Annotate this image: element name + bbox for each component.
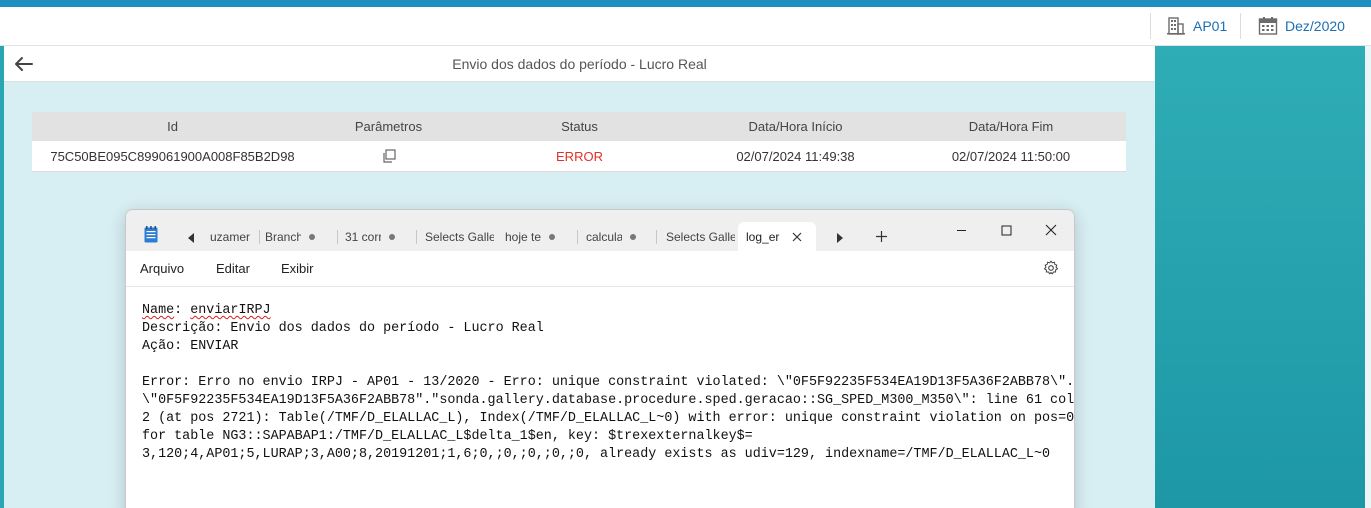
status-badge: ERROR bbox=[556, 148, 603, 164]
notepad-tab[interactable]: Selects Galle bbox=[425, 224, 495, 250]
close-tab-icon[interactable] bbox=[792, 232, 802, 242]
text-line: 3,120;4,AP01;5,LURAP;3,A00;8,20191201;1,… bbox=[142, 446, 1072, 464]
text-line: Descrição: Envio dos dados do período - … bbox=[142, 321, 544, 336]
notepad-tab[interactable]: 31 corr bbox=[345, 224, 405, 250]
settings-gear-icon[interactable] bbox=[1043, 260, 1059, 276]
column-header-end: Data/Hora Fim bbox=[968, 119, 1054, 134]
maximize-button[interactable] bbox=[986, 216, 1026, 244]
divider bbox=[577, 230, 578, 244]
start-datetime: 02/07/2024 11:49:38 bbox=[736, 148, 855, 164]
text-line-content: 3,120;4,AP01;5,LURAP;3,A00;8,20191201;1,… bbox=[142, 447, 1051, 462]
divider bbox=[416, 230, 417, 244]
building-icon bbox=[1167, 17, 1185, 35]
text-line: Error: Erro no envio IRPJ - AP01 - 13/20… bbox=[142, 375, 1075, 390]
text-line: Ação: ENVIAR bbox=[142, 339, 239, 354]
unsaved-dot-icon bbox=[549, 234, 555, 240]
company-label: AP01 bbox=[1193, 18, 1228, 34]
notepad-window[interactable]: uzamer Branch 31 corr Selects Galle hoje… bbox=[125, 209, 1075, 508]
period-selector[interactable]: Dez/2020 bbox=[1258, 14, 1345, 38]
tab-label: Branch bbox=[265, 230, 301, 244]
new-tab-icon[interactable] bbox=[875, 230, 888, 243]
unsaved-dot-icon bbox=[389, 234, 395, 240]
divider bbox=[1150, 13, 1151, 39]
table-row[interactable]: 75C50BE095C899061900A008F85B2D98 ERROR 0… bbox=[32, 141, 1126, 172]
tab-label: calcula bbox=[586, 230, 622, 244]
menu-exibir[interactable]: Exibir bbox=[281, 261, 314, 276]
table-header: Id Parâmetros Status Data/Hora Início Da… bbox=[32, 112, 1126, 141]
unsaved-dot-icon bbox=[630, 234, 636, 240]
notepad-tab[interactable]: Branch bbox=[265, 224, 325, 250]
maximize-icon bbox=[1001, 225, 1011, 235]
top-accent-bar bbox=[0, 0, 1371, 7]
column-header-status: Status bbox=[561, 119, 598, 134]
divider bbox=[1240, 13, 1241, 39]
notepad-text-area[interactable]: Name: enviarIRPJ Descrição: Envio dos dad… bbox=[142, 302, 1075, 464]
calendar-icon bbox=[1258, 17, 1278, 35]
tab-label: Selects Galle bbox=[425, 230, 494, 244]
text-line: for table NG3::SAPABAP1:/TMF/D_ELALLAC_L… bbox=[142, 429, 753, 444]
notepad-tab[interactable]: Selects Galle bbox=[666, 224, 736, 250]
minimize-button[interactable] bbox=[941, 216, 981, 244]
column-header-params: Parâmetros bbox=[354, 119, 423, 134]
period-label: Dez/2020 bbox=[1285, 18, 1345, 34]
close-button[interactable] bbox=[1031, 216, 1071, 244]
notepad-tab[interactable]: uzamer bbox=[210, 224, 256, 250]
right-edge bbox=[1365, 46, 1371, 508]
name-label: Name bbox=[142, 303, 175, 318]
company-selector[interactable]: AP01 bbox=[1166, 14, 1227, 38]
run-id: 75C50BE095C899061900A008F85B2D98 bbox=[50, 148, 295, 164]
menu-editar[interactable]: Editar bbox=[216, 261, 250, 276]
scroll-tabs-right-icon[interactable] bbox=[835, 232, 845, 244]
minimize-icon bbox=[956, 229, 966, 231]
tab-label: Selects Galle bbox=[666, 230, 735, 244]
runs-table: Id Parâmetros Status Data/Hora Início Da… bbox=[32, 112, 1126, 172]
right-side-panel bbox=[1155, 46, 1371, 508]
notepad-tab-active[interactable]: log_er bbox=[738, 222, 816, 252]
active-tab-label: log_er bbox=[746, 230, 780, 244]
copy-icon[interactable] bbox=[381, 148, 397, 164]
end-datetime: 02/07/2024 11:50:00 bbox=[951, 148, 1071, 164]
notepad-icon bbox=[144, 226, 158, 243]
text-line: 2 (at pos 2721): Table(/TMF/D_ELALLAC_L)… bbox=[142, 411, 1075, 426]
scroll-tabs-left-icon[interactable] bbox=[186, 232, 196, 244]
notepad-tab[interactable]: hoje te bbox=[505, 224, 565, 250]
arrow-left-icon[interactable] bbox=[13, 54, 35, 74]
tab-label: 31 corr bbox=[345, 230, 381, 244]
unsaved-dot-icon bbox=[309, 234, 315, 240]
divider bbox=[656, 230, 657, 244]
params-cell bbox=[313, 148, 464, 165]
name-value: enviarIRPJ bbox=[190, 303, 271, 318]
notepad-tab[interactable]: calcula bbox=[586, 224, 646, 250]
text-line: Name: enviarIRPJ bbox=[142, 303, 271, 318]
notepad-titlebar[interactable]: uzamer Branch 31 corr Selects Galle hoje… bbox=[126, 210, 1074, 252]
text-line: \"0F5F92235F534EA19D13F5A36F2ABB78"."son… bbox=[142, 393, 1075, 408]
close-icon bbox=[1045, 224, 1057, 236]
menu-arquivo[interactable]: Arquivo bbox=[140, 261, 184, 276]
tab-label: hoje te bbox=[505, 230, 541, 244]
tab-label: uzamer bbox=[210, 230, 251, 244]
divider bbox=[337, 230, 338, 244]
column-header-start: Data/Hora Início bbox=[748, 119, 843, 134]
column-header-id: Id bbox=[167, 119, 178, 134]
top-bar: AP01 Dez/2020 bbox=[0, 7, 1371, 46]
page-title: Envio dos dados do período - Lucro Real bbox=[452, 56, 707, 72]
divider bbox=[259, 230, 260, 244]
notepad-menubar: Arquivo Editar Exibir bbox=[126, 251, 1074, 287]
page-header: Envio dos dados do período - Lucro Real bbox=[4, 46, 1155, 82]
